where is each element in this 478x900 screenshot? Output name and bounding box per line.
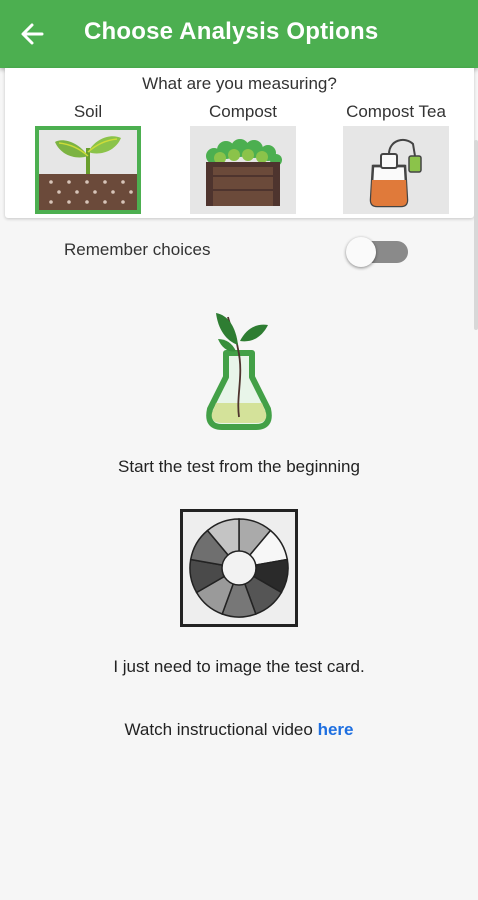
page-title: Choose Analysis Options: [84, 18, 379, 45]
remember-choices-label: Remember choices: [64, 240, 211, 259]
option-compost-tea-label: Compost Tea: [346, 102, 446, 121]
option-compost-label: Compost: [208, 102, 278, 121]
scrollbar[interactable]: [474, 140, 478, 330]
arrow-left-icon[interactable]: [16, 18, 50, 50]
option-soil[interactable]: Soil: [28, 102, 148, 214]
video-prefix: Watch instructional video: [124, 720, 318, 739]
plant-flask-icon[interactable]: [196, 305, 282, 433]
back-button[interactable]: [16, 18, 50, 50]
start-test-button[interactable]: [196, 305, 282, 433]
app-bar: Choose Analysis Options: [0, 0, 478, 68]
color-wheel-card-icon[interactable]: [180, 509, 298, 627]
remember-choices-toggle[interactable]: [346, 237, 410, 267]
measurement-question: What are you measuring?: [142, 74, 337, 93]
soil-seedling-icon[interactable]: [35, 126, 141, 214]
tea-bag-cup-icon[interactable]: [343, 126, 449, 214]
image-test-card-label: I just need to image the test card.: [113, 657, 365, 676]
image-test-card-button[interactable]: [180, 509, 298, 627]
option-compost-tea[interactable]: Compost Tea: [336, 102, 456, 214]
measurement-card: What are you measuring? Soil Compost Com…: [5, 68, 474, 218]
video-link[interactable]: here: [318, 720, 354, 739]
start-test-label: Start the test from the beginning: [118, 457, 360, 476]
toggle-knob: [346, 237, 376, 267]
option-soil-label: Soil: [73, 102, 103, 121]
option-compost[interactable]: Compost: [183, 102, 303, 214]
compost-crate-icon[interactable]: [190, 126, 296, 214]
video-line: Watch instructional video here: [0, 720, 478, 740]
